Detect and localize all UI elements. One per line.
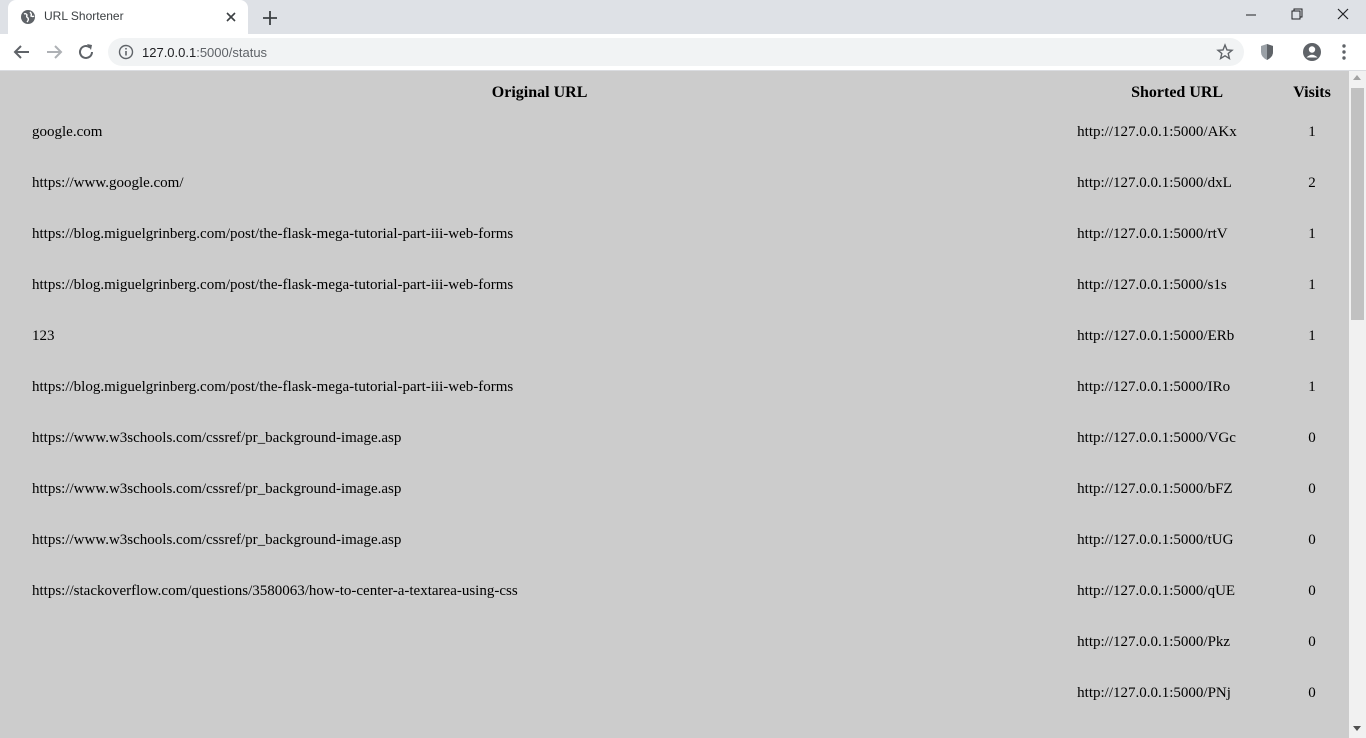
back-icon[interactable] xyxy=(10,40,34,64)
original-url-cell: https://www.w3schools.com/cssref/pr_back… xyxy=(32,430,402,446)
url-text[interactable]: 127.0.0.1:5000/status xyxy=(142,45,267,60)
short-url-cell: http://127.0.0.1:5000/bFZ xyxy=(1077,481,1233,497)
visits-cell: 0 xyxy=(1308,583,1316,599)
short-url-cell: http://127.0.0.1:5000/qUE xyxy=(1077,583,1236,599)
url-host: 127.0.0.1 xyxy=(142,45,197,60)
original-url-cell: https://www.w3schools.com/cssref/pr_back… xyxy=(32,532,402,548)
original-url-cell: https://www.w3schools.com/cssref/pr_back… xyxy=(32,481,402,497)
table-row: http://127.0.0.1:5000/Pkz 0 xyxy=(4,618,1345,667)
short-url-cell: http://127.0.0.1:5000/VGc xyxy=(1077,430,1236,446)
short-url-cell: http://127.0.0.1:5000/IRo xyxy=(1077,379,1231,395)
original-url-cell: google.com xyxy=(32,124,103,140)
browser-toolbar: 127.0.0.1:5000/status xyxy=(0,34,1366,71)
table-row: https://www.w3schools.com/cssref/pr_back… xyxy=(4,516,1345,565)
visits-cell: 1 xyxy=(1308,379,1316,395)
header-shorted-url: Shorted URL xyxy=(1131,83,1224,101)
table-row: https://www.w3schools.com/cssref/pr_back… xyxy=(4,414,1345,463)
close-tab-icon[interactable] xyxy=(222,8,240,26)
original-url-cell: https://blog.miguelgrinberg.com/post/the… xyxy=(32,226,514,242)
visits-cell: 0 xyxy=(1308,481,1316,497)
table-row: https://www.w3schools.com/cssref/pr_back… xyxy=(4,465,1345,514)
scroll-up-arrow-icon[interactable] xyxy=(1353,75,1361,80)
short-url-cell: http://127.0.0.1:5000/dxL xyxy=(1077,175,1232,191)
original-url-cell xyxy=(4,618,1075,667)
table-row: https://stackoverflow.com/questions/3580… xyxy=(4,567,1345,616)
original-url-cell: https://www.google.com/ xyxy=(32,175,184,191)
original-url-cell: 123 xyxy=(32,328,55,344)
short-url-cell: http://127.0.0.1:5000/Pkz xyxy=(1077,634,1231,650)
page-content: Original URL Shorted URL Visits google.c… xyxy=(0,71,1349,738)
header-visits: Visits xyxy=(1293,83,1331,101)
original-url-cell: https://blog.miguelgrinberg.com/post/the… xyxy=(32,379,514,395)
scrollbar-thumb[interactable] xyxy=(1351,88,1364,320)
table-row: 123 http://127.0.0.1:5000/ERb 1 xyxy=(4,312,1345,361)
address-bar[interactable]: 127.0.0.1:5000/status xyxy=(108,38,1244,66)
table-row: google.com http://127.0.0.1:5000/AKx 1 xyxy=(4,108,1345,157)
table-row: https://blog.miguelgrinberg.com/post/the… xyxy=(4,363,1345,412)
forward-icon[interactable] xyxy=(42,40,66,64)
original-url-cell: https://blog.miguelgrinberg.com/post/the… xyxy=(32,277,514,293)
visits-cell: 0 xyxy=(1308,685,1316,701)
short-url-cell: http://127.0.0.1:5000/ERb xyxy=(1077,328,1235,344)
visits-cell: 1 xyxy=(1308,328,1316,344)
visits-cell: 0 xyxy=(1308,430,1316,446)
short-url-cell: http://127.0.0.1:5000/rtV xyxy=(1077,226,1228,242)
new-tab-icon[interactable] xyxy=(259,7,281,29)
tab-url-shortener[interactable]: URL Shortener xyxy=(8,0,248,34)
visits-cell: 2 xyxy=(1308,175,1316,191)
table-header-row: Original URL Shorted URL Visits xyxy=(4,79,1345,106)
reload-icon[interactable] xyxy=(74,40,98,64)
short-url-cell: http://127.0.0.1:5000/tUG xyxy=(1077,532,1234,548)
table-row: http://127.0.0.1:5000/PNj 0 xyxy=(4,669,1345,718)
visits-cell: 1 xyxy=(1308,226,1316,242)
info-icon[interactable] xyxy=(118,44,134,60)
star-icon[interactable] xyxy=(1216,43,1234,61)
vertical-scrollbar[interactable] xyxy=(1349,71,1366,738)
original-url-cell xyxy=(4,669,1075,718)
scroll-down-arrow-icon[interactable] xyxy=(1353,726,1361,731)
close-window-icon[interactable] xyxy=(1320,0,1366,30)
short-url-cell: http://127.0.0.1:5000/AKx xyxy=(1077,124,1237,140)
visits-cell: 0 xyxy=(1308,634,1316,650)
table-row: https://blog.miguelgrinberg.com/post/the… xyxy=(4,261,1345,310)
profile-icon[interactable] xyxy=(1301,41,1323,63)
restore-icon[interactable] xyxy=(1274,0,1320,30)
url-status-table: Original URL Shorted URL Visits google.c… xyxy=(2,77,1347,720)
minimize-icon[interactable] xyxy=(1228,0,1274,30)
short-url-cell: http://127.0.0.1:5000/s1s xyxy=(1077,277,1227,293)
header-original-url: Original URL xyxy=(491,83,588,101)
visits-cell: 1 xyxy=(1308,124,1316,140)
short-url-cell: http://127.0.0.1:5000/PNj xyxy=(1077,685,1231,701)
table-row: https://www.google.com/ http://127.0.0.1… xyxy=(4,159,1345,208)
menu-icon[interactable] xyxy=(1333,41,1355,63)
visits-cell: 1 xyxy=(1308,277,1316,293)
globe-icon xyxy=(21,10,35,24)
url-path: :5000/status xyxy=(196,45,268,60)
table-row: https://blog.miguelgrinberg.com/post/the… xyxy=(4,210,1345,259)
original-url-cell: https://stackoverflow.com/questions/3580… xyxy=(32,583,518,599)
extension-shield-icon[interactable] xyxy=(1256,41,1278,63)
tab-strip: URL Shortener xyxy=(0,0,1366,34)
tab-title: URL Shortener xyxy=(44,9,124,23)
visits-cell: 0 xyxy=(1308,532,1316,548)
